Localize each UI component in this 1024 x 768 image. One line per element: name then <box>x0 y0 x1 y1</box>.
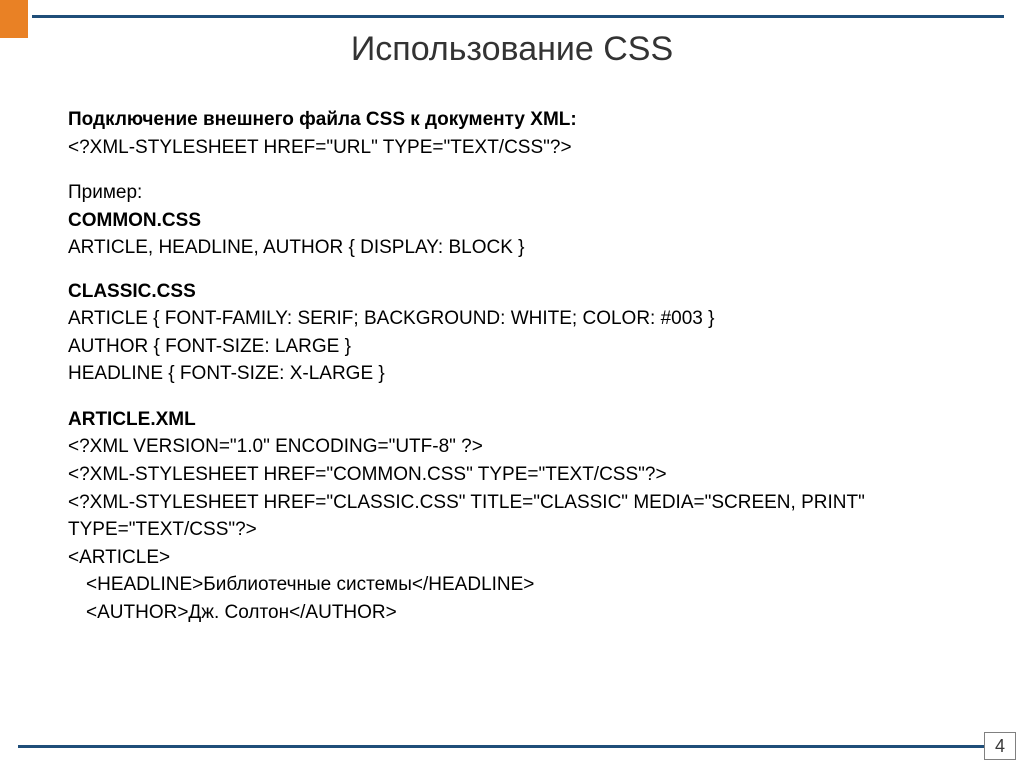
slide-content: Подключение внешнего файла CSS к докумен… <box>68 106 964 626</box>
article-filename: article.xml <box>68 406 964 434</box>
common-rule: article, headline, author { display: blo… <box>68 234 964 262</box>
article-line-4: <article> <box>68 544 964 572</box>
classic-block: classic.css article { font-family: serif… <box>68 278 964 388</box>
top-divider <box>32 15 1004 18</box>
author-open-tag: <author> <box>86 602 188 623</box>
author-text: Дж. Солтон <box>188 602 289 623</box>
classic-rule-3: headline { font-size: x-large } <box>68 360 964 388</box>
common-block: Пример: common.css article, headline, au… <box>68 179 964 262</box>
headline-text: Библиотечные системы <box>203 574 412 595</box>
bottom-divider <box>18 745 984 748</box>
headline-open-tag: <headline> <box>86 574 203 595</box>
article-line-1: <?xml version="1.0" encoding="UTF-8" ?> <box>68 433 964 461</box>
author-close-tag: </author> <box>289 602 397 623</box>
headline-close-tag: </headline> <box>412 574 535 595</box>
intro-block: Подключение внешнего файла CSS к докумен… <box>68 106 964 161</box>
classic-rule-2: author { font-size: large } <box>68 333 964 361</box>
article-block: article.xml <?xml version="1.0" encoding… <box>68 406 964 626</box>
article-line-3: <?xml-stylesheet href="classic.css" titl… <box>68 489 964 544</box>
example-label: Пример: <box>68 179 964 207</box>
article-line-6: <author>Дж. Солтон</author> <box>68 599 964 627</box>
classic-filename: classic.css <box>68 278 964 306</box>
intro-heading: Подключение внешнего файла CSS к докумен… <box>68 106 964 134</box>
slide-title: Использование CSS <box>0 30 1024 69</box>
slide: Использование CSS Подключение внешнего ф… <box>0 0 1024 768</box>
classic-rule-1: article { font-family: serif; background… <box>68 305 964 333</box>
article-line-5: <headline>Библиотечные системы</headline… <box>68 571 964 599</box>
common-filename: common.css <box>68 207 964 235</box>
page-number: 4 <box>984 732 1016 760</box>
article-line-2: <?xml-stylesheet href="common.css" type=… <box>68 461 964 489</box>
intro-pi: <?xml-stylesheet href="URL" type="text/c… <box>68 134 964 162</box>
